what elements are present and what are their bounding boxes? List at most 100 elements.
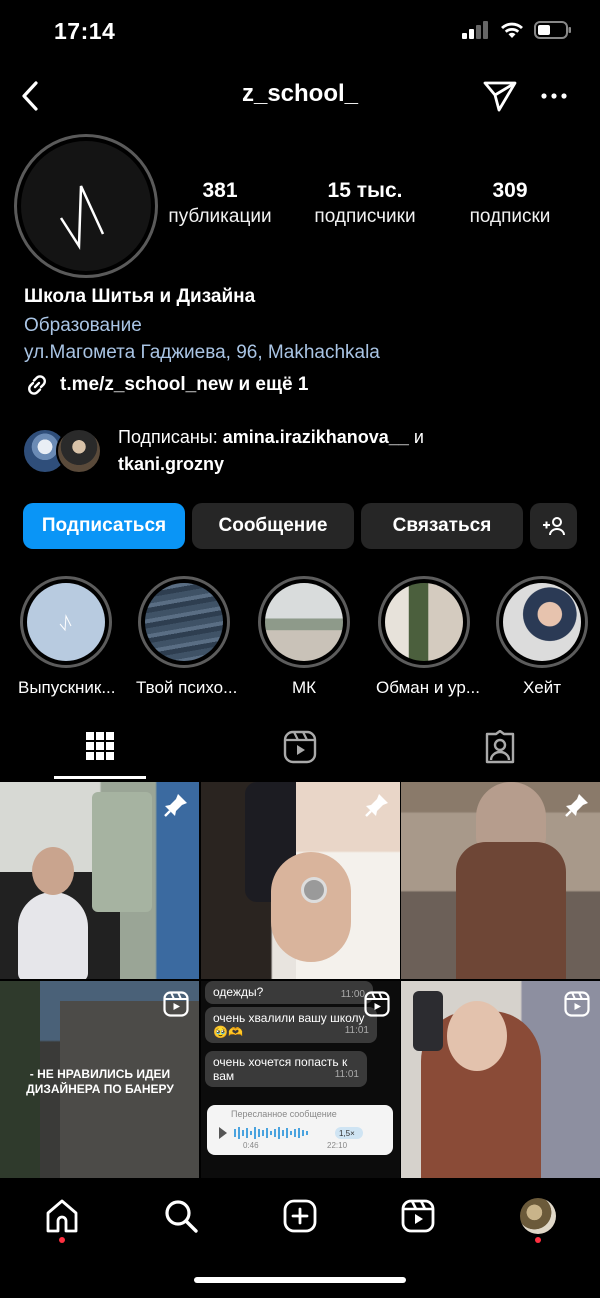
followed-prefix: Подписаны: <box>118 427 223 447</box>
tagged-person-icon <box>485 730 515 764</box>
reels-icon <box>401 1199 435 1233</box>
status-icons <box>462 20 572 40</box>
stat-following[interactable]: 309 подписки <box>455 178 565 230</box>
highlight-2-label: Твой психо... <box>136 678 238 697</box>
search-icon <box>165 1200 198 1233</box>
highlight-5[interactable]: Хейт <box>494 576 590 698</box>
message-button[interactable]: Сообщение <box>192 503 354 549</box>
post-3-pinned <box>564 792 590 823</box>
bio-address-link[interactable]: ул.Магомета Гаджиева, 96, Makhachkala <box>24 342 380 364</box>
nav-create[interactable] <box>280 1196 320 1236</box>
follow-button[interactable]: Подписаться <box>23 503 185 549</box>
post-5-chat-1: одежды? 11:00 <box>205 981 373 1004</box>
more-dots-icon <box>541 93 567 99</box>
followed-by[interactable]: Подписаны: amina.irazikhanova__ и tkani.… <box>22 424 424 478</box>
stat-posts[interactable]: 381 публикации <box>160 178 280 230</box>
post-6-photo-phone <box>413 991 443 1051</box>
post-4-reel-badge <box>163 991 189 1022</box>
svg-text:1,5×: 1,5× <box>339 1129 355 1138</box>
post-5[interactable]: одежды? 11:00 очень хвалили вашу школу 🥹🫶… <box>201 981 400 1178</box>
post-4-caption-1: - НЕ НРАВИЛИСЬ ИДЕИ <box>29 1067 171 1081</box>
stat-posts-value: 381 <box>202 179 238 202</box>
active-tab-indicator <box>54 776 146 779</box>
followed-user-1[interactable]: amina.irazikhanova__ <box>223 427 409 447</box>
followed-by-text: Подписаны: amina.irazikhanova__ и tkani.… <box>118 424 424 478</box>
suggested-accounts-button[interactable] <box>530 503 577 549</box>
highlight-1-label: Выпускник... <box>18 678 116 697</box>
stat-followers[interactable]: 15 тыс. подписчики <box>300 178 430 230</box>
highlight-4-label: Обман и ур... <box>376 678 480 697</box>
profile-avatar[interactable] <box>14 134 158 278</box>
post-6-reel-badge <box>564 991 590 1022</box>
post-1[interactable] <box>0 782 199 979</box>
post-4-caption-2: ДИЗАЙНЕРА ПО БАНЕРУ <box>26 1082 174 1096</box>
nav-profile[interactable] <box>518 1196 558 1236</box>
tab-posts-grid[interactable] <box>0 730 200 780</box>
bio-name: Школа Шитья и Дизайна <box>24 286 256 307</box>
post-4[interactable]: - НЕ НРАВИЛИСЬ ИДЕИ ДИЗАЙНЕРА ПО БАНЕРУ <box>0 981 199 1178</box>
tab-reels[interactable] <box>200 730 400 780</box>
highlight-3-cover <box>265 583 343 661</box>
post-1-pinned <box>163 792 189 823</box>
post-5-voice-end: 22:10 <box>327 1141 348 1150</box>
nav-profile-notification-dot <box>535 1237 541 1243</box>
add-person-icon <box>542 517 565 536</box>
battery-icon <box>534 21 571 39</box>
contact-button[interactable]: Связаться <box>361 503 523 549</box>
bio-external-link[interactable]: t.me/z_school_new и ещё 1 <box>24 372 308 398</box>
reels-icon <box>163 991 189 1017</box>
reels-icon <box>564 991 590 1017</box>
highlight-3-label: МК <box>291 678 317 697</box>
grid-icon <box>86 732 114 760</box>
stat-posts-label: публикации <box>168 206 272 227</box>
highlight-4-cover <box>385 583 463 661</box>
post-6-photo-face <box>447 1001 507 1071</box>
highlight-1[interactable]: Выпускник... <box>18 576 116 698</box>
status-time: 17:14 <box>54 18 116 44</box>
stat-following-value: 309 <box>492 179 528 202</box>
pin-icon <box>164 794 187 817</box>
highlight-2-cover <box>145 583 223 661</box>
paper-plane-icon <box>483 81 517 112</box>
post-5-voice-message: Пересланное сообщение 1,5× 0:46 22:10 <box>207 1105 393 1155</box>
reels-icon <box>364 991 390 1017</box>
post-5-voice-start: 0:46 <box>243 1141 259 1150</box>
followed-user-2[interactable]: tkani.grozny <box>118 454 224 474</box>
more-options-button[interactable] <box>536 80 572 112</box>
stat-followers-label: подписчики <box>314 206 416 227</box>
bio-category: Образование <box>24 315 142 336</box>
plus-square-icon <box>283 1199 317 1233</box>
post-1-photo-person <box>18 892 88 979</box>
share-profile-button[interactable] <box>480 78 520 114</box>
post-3[interactable] <box>401 782 600 979</box>
highlight-5-cover <box>503 583 581 661</box>
nav-search[interactable] <box>161 1196 201 1236</box>
highlight-1-cover <box>27 583 105 661</box>
post-5-forwarded: Пересланное сообщение <box>231 1109 337 1119</box>
nav-home-notification-dot <box>59 1237 65 1243</box>
wifi-icon <box>501 22 523 38</box>
reels-icon <box>283 730 317 764</box>
post-6[interactable] <box>401 981 600 1178</box>
highlight-2[interactable]: Твой психо... <box>136 576 238 698</box>
highlight-5-label: Хейт <box>522 678 562 697</box>
stat-followers-value: 15 тыс. <box>327 179 403 202</box>
home-indicator <box>194 1277 406 1283</box>
post-2-photo-hand <box>271 852 351 962</box>
bio-link-text: t.me/z_school_new и ещё 1 <box>60 374 309 395</box>
highlight-4[interactable]: Обман и ур... <box>376 576 480 698</box>
post-2[interactable] <box>201 782 400 979</box>
post-5-reel-badge <box>364 991 390 1022</box>
stat-following-label: подписки <box>469 206 551 227</box>
highlight-3[interactable]: МК <box>256 576 352 698</box>
nav-home[interactable] <box>42 1196 82 1236</box>
post-2-pinned <box>364 792 390 823</box>
post-2-photo-ring <box>301 877 327 903</box>
tab-tagged[interactable] <box>400 730 600 780</box>
school-logo <box>59 185 105 251</box>
home-icon <box>46 1199 78 1233</box>
pin-icon <box>365 794 388 817</box>
follower-avatar-2 <box>56 428 102 474</box>
post-5-chat-3: очень хочется попасть к вам 11:01 <box>205 1051 367 1087</box>
nav-reels[interactable] <box>398 1196 438 1236</box>
